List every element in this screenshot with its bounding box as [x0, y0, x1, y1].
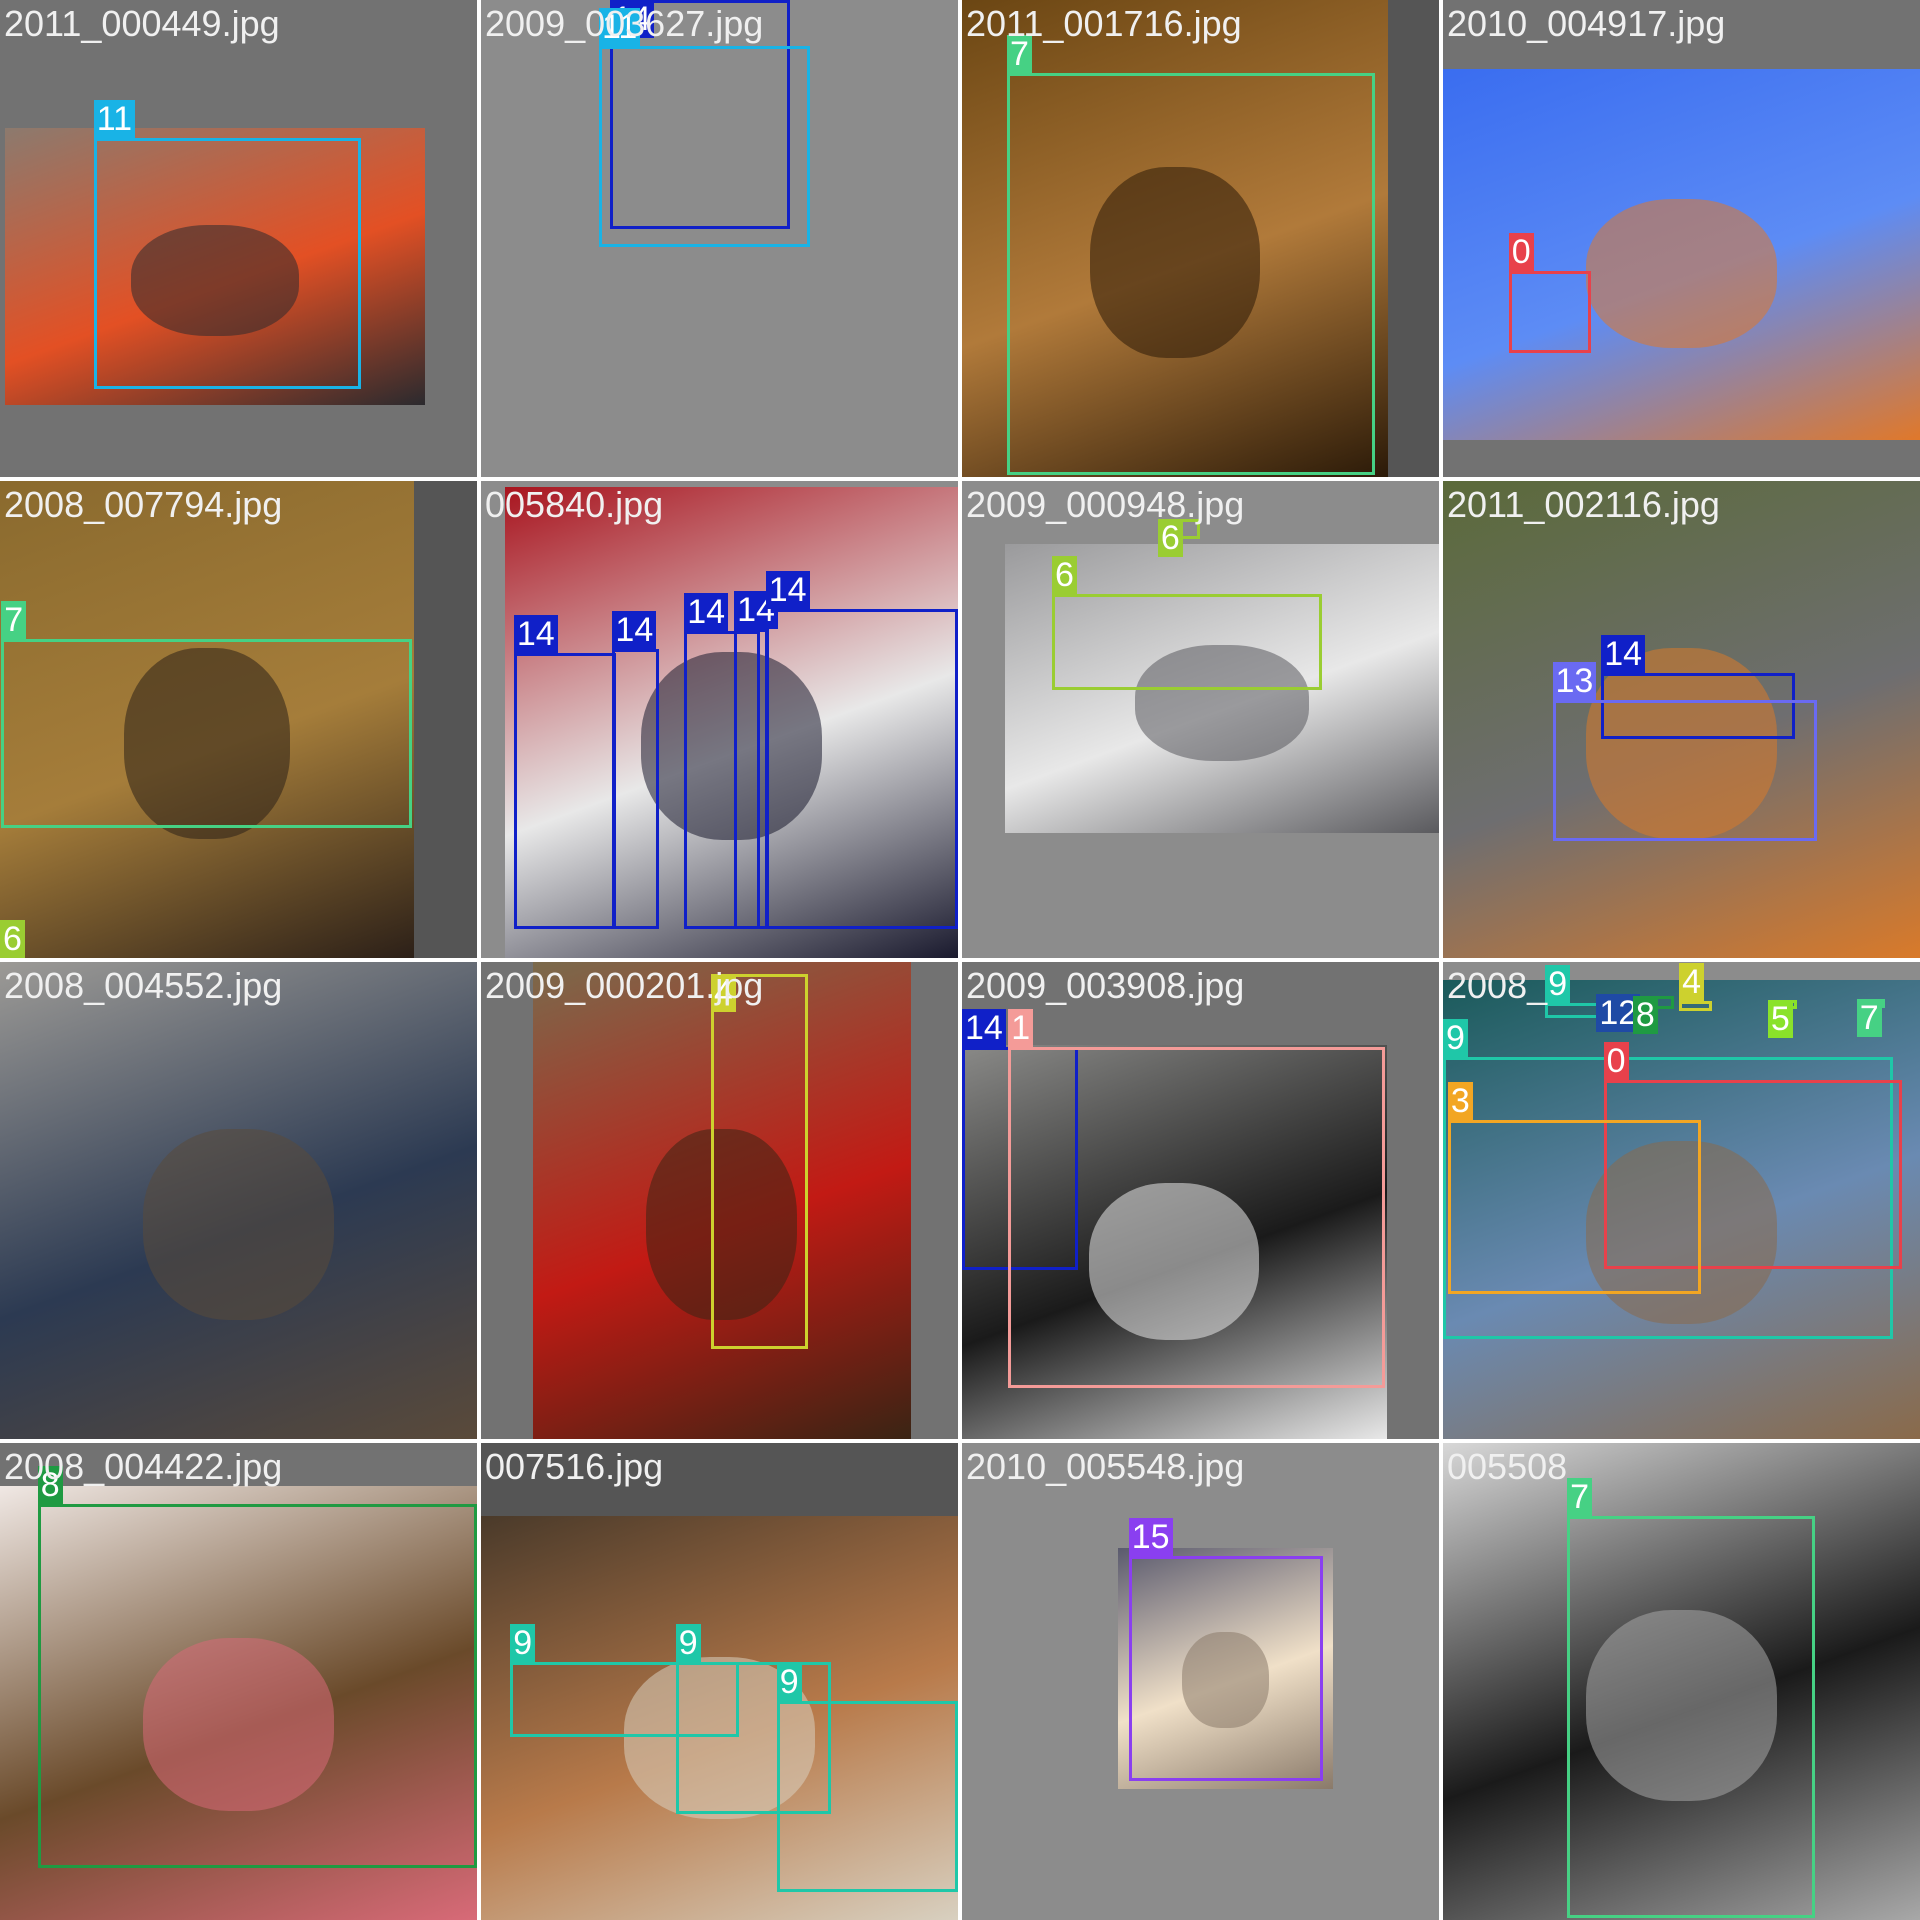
- image-tile[interactable]: 7 6 2008_007794.jpg: [0, 481, 477, 958]
- class-label-tag: 0: [1508, 233, 1534, 272]
- image-filename: 2008_004422.jpg: [4, 1446, 283, 1487]
- annotated-image-grid: 112011_000449.jpg14112009_003627.jpg7201…: [0, 0, 1920, 1920]
- image-filename: 2010_005548.jpg: [966, 1446, 1245, 1487]
- bounding-box[interactable]: [513, 652, 617, 929]
- image-tile[interactable]: 7 2011_001716.jpg: [962, 0, 1439, 477]
- class-label-tag: 9: [510, 1624, 536, 1663]
- bounding-box[interactable]: [1128, 1556, 1324, 1782]
- image-tile[interactable]: 9 12 8 4 5 7 9 0 3 2008_: [1443, 962, 1920, 1439]
- bounding-box[interactable]: [1, 639, 413, 828]
- image-tile[interactable]: 14 1 2009_003908.jpg: [962, 962, 1439, 1439]
- class-label-tag: 9: [675, 1624, 701, 1663]
- class-label-tag: 9: [1545, 965, 1571, 1004]
- class-label-tag: 1: [1008, 1009, 1034, 1048]
- image-tile[interactable]: 6 6 2009_000948.jpg: [962, 481, 1439, 958]
- bounding-box[interactable]: [612, 648, 659, 929]
- image-filename: 2011_000449.jpg: [4, 3, 280, 44]
- class-label-tag: 7: [1, 601, 27, 640]
- image-filename: 2011_002116.jpg: [1447, 484, 1720, 525]
- class-label-tag: 15: [1128, 1518, 1173, 1557]
- image-filename: 2009_003908.jpg: [966, 965, 1245, 1006]
- bounding-box[interactable]: [93, 137, 362, 390]
- bounding-box[interactable]: [710, 974, 809, 1349]
- image-tile[interactable]: 2008_004552.jpg: [0, 962, 477, 1439]
- image-filename: 007516.jpg: [485, 1446, 664, 1487]
- class-label-tag: 7: [1567, 1478, 1593, 1516]
- image-tile[interactable]: 14 14 14 14 14 005840.jpg: [481, 481, 958, 958]
- image-filename: 2008_007794.jpg: [4, 484, 283, 525]
- class-label-tag: 14: [1601, 635, 1646, 674]
- bounding-box[interactable]: [1567, 1516, 1816, 1918]
- class-label-tag: 14: [513, 614, 558, 653]
- image-tile[interactable]: 15 2010_005548.jpg: [962, 1443, 1439, 1920]
- class-label-tag: 5: [1767, 999, 1793, 1038]
- bounding-box[interactable]: [37, 1503, 477, 1868]
- aeroplane-in-sky-icon: [1586, 199, 1777, 348]
- class-label-tag: 14: [684, 592, 729, 631]
- image-filename: 2009_003627.jpg: [485, 3, 764, 44]
- image-filename: 005840.jpg: [485, 484, 664, 525]
- bounding-box[interactable]: [1052, 594, 1323, 691]
- image-tile[interactable]: 11 2011_000449.jpg: [0, 0, 477, 477]
- image-filename: 2008_004552.jpg: [4, 965, 283, 1006]
- bounding-box[interactable]: [599, 46, 810, 247]
- image-tile[interactable]: 8 2008_004422.jpg: [0, 1443, 477, 1920]
- image-tile[interactable]: 7 005508: [1443, 1443, 1920, 1920]
- image-filename: 2009_000948.jpg: [966, 484, 1245, 525]
- class-label-tag: 3: [1447, 1082, 1473, 1121]
- bounding-box[interactable]: [1552, 700, 1817, 842]
- class-label-tag: 11: [93, 99, 135, 138]
- image-filename: 2010_004917.jpg: [1447, 3, 1726, 44]
- bounding-box[interactable]: [734, 629, 769, 929]
- car-and-tree-photo: [0, 962, 477, 1439]
- bounding-box[interactable]: [1679, 1000, 1712, 1011]
- class-label-tag: 14: [962, 1009, 1006, 1048]
- image-filename: 005508: [1447, 1446, 1568, 1487]
- image-tile[interactable]: 14112009_003627.jpg: [481, 0, 958, 477]
- car-and-tree-icon: [143, 1128, 334, 1320]
- class-label-tag: 9: [776, 1662, 802, 1701]
- bounding-box[interactable]: [765, 608, 958, 929]
- class-label-tag: 6: [1052, 556, 1077, 595]
- class-label-tag: 7: [1856, 998, 1882, 1037]
- bounding-box[interactable]: [1508, 271, 1592, 353]
- class-label-tag: 6: [0, 920, 25, 958]
- bounding-box[interactable]: [776, 1700, 958, 1892]
- image-tile[interactable]: 14 13 2011_002116.jpg: [1443, 481, 1920, 958]
- class-label-tag: 9: [1443, 1018, 1468, 1057]
- bounding-box[interactable]: [1008, 1047, 1386, 1388]
- image-tile[interactable]: 4 2009_000201.jpg: [481, 962, 958, 1439]
- image-filename: 2008_: [1447, 965, 1548, 1006]
- image-tile[interactable]: 0 2010_004917.jpg: [1443, 0, 1920, 477]
- class-label-tag: 0: [1603, 1042, 1629, 1081]
- bounding-box[interactable]: [1007, 73, 1375, 475]
- image-filename: 2009_000201.jpg: [485, 965, 764, 1006]
- bounding-box[interactable]: [1447, 1120, 1701, 1295]
- image-tile[interactable]: 9 9 9 007516.jpg: [481, 1443, 958, 1920]
- image-filename: 2011_001716.jpg: [966, 3, 1242, 44]
- class-label-tag: 14: [765, 570, 810, 609]
- class-label-tag: 14: [612, 610, 657, 649]
- class-label-tag: 13: [1552, 662, 1597, 701]
- class-label-tag: 8: [1632, 996, 1658, 1035]
- class-label-tag: 4: [1679, 962, 1704, 1001]
